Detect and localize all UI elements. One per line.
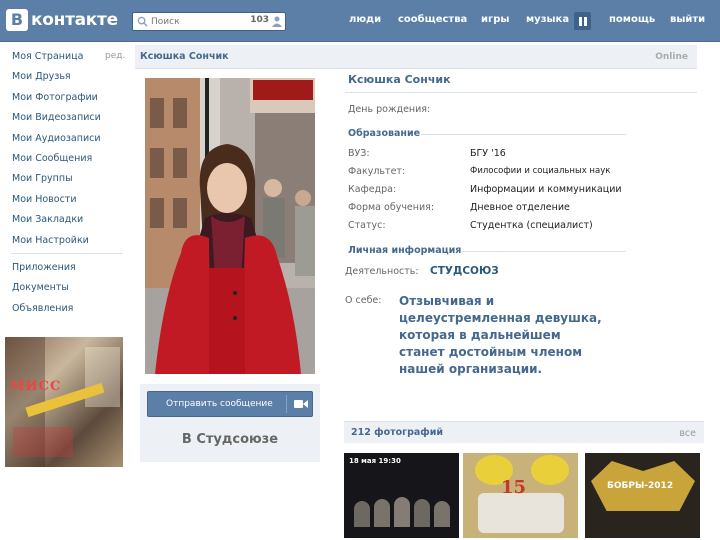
about-text: Отзывчивая и целеустремленная девушка, к… [399, 294, 602, 376]
birthday-label: День рождения: [348, 104, 431, 115]
edu-status-label: Статус: [348, 220, 386, 231]
video-call-icon[interactable] [294, 399, 308, 409]
top-bar: В контакте 103 люди сообщества игры музы… [0, 0, 720, 42]
sidebar-item-messages[interactable]: Мои Сообщения [12, 153, 92, 164]
photo-thumbnail-3[interactable]: БОБРЫ-2012 [585, 453, 700, 538]
about-label: О себе: [345, 295, 382, 306]
group-label: В Студсоюзе [181, 432, 279, 447]
search-icon [137, 16, 148, 27]
photos-count[interactable]: 212 фотографий [351, 427, 443, 438]
online-status: Online [655, 52, 688, 62]
edu-faculty-label: Факультет: [348, 166, 406, 177]
search-input[interactable] [151, 15, 241, 29]
personal-info-divider [462, 251, 626, 252]
edu-department-value[interactable]: Информации и коммуникации [470, 184, 622, 195]
sidebar-item-ads[interactable]: Объявления [12, 303, 73, 314]
button-divider [286, 395, 287, 413]
nav-people[interactable]: люди [349, 14, 381, 25]
user-icon[interactable] [272, 16, 282, 27]
personal-info-title: Личная информация [348, 245, 462, 256]
sidebar-item-bookmarks[interactable]: Мои Закладки [12, 214, 83, 225]
nav-games[interactable]: игры [481, 14, 509, 25]
edu-form-value[interactable]: Дневное отделение [470, 202, 570, 213]
nav-logout[interactable]: выйти [670, 14, 705, 25]
ad-title: МИСС [10, 379, 62, 394]
breadcrumb[interactable]: Ксюшка Сончик [140, 51, 229, 62]
activity-label: Деятельность: [345, 266, 419, 277]
thumb2-caption: 15 [501, 477, 527, 498]
profile-photo-image [145, 78, 315, 374]
photos-header: 212 фотографий все [344, 421, 704, 443]
photos-all-link[interactable]: все [679, 428, 696, 439]
sidebar-divider [11, 253, 123, 254]
profile-photo[interactable] [145, 78, 315, 374]
search-count: 103 [250, 15, 269, 25]
sidebar-item-videos[interactable]: Мои Видеозаписи [12, 112, 101, 123]
search-box[interactable]: 103 [132, 12, 286, 31]
sidebar-item-groups[interactable]: Мои Группы [12, 173, 73, 184]
pause-icon[interactable] [574, 12, 591, 30]
logo-text: контакте [31, 10, 118, 30]
nav-music[interactable]: музыка [526, 14, 569, 25]
profile-name: Ксюшка Сончик [348, 73, 451, 86]
edu-form-label: Форма обучения: [348, 202, 435, 213]
sidebar-item-friends[interactable]: Мои Друзья [12, 71, 71, 82]
edu-university-label: ВУЗ: [348, 148, 370, 159]
education-title: Образование [348, 128, 421, 139]
send-message-button[interactable]: Отправить сообщение [147, 391, 313, 417]
activity-link[interactable]: СТУДСОЮЗ [430, 265, 499, 277]
thumb3-caption: БОБРЫ-2012 [607, 481, 674, 491]
sidebar-edit-link[interactable]: ред. [105, 51, 125, 61]
nav-help[interactable]: помощь [609, 14, 655, 25]
sidebar-item-photos[interactable]: Мои Фотографии [12, 92, 98, 103]
sidebar-item-settings[interactable]: Мои Настройки [12, 235, 89, 246]
vk-logo[interactable]: В контакте [6, 9, 118, 31]
logo-letter: В [6, 9, 28, 31]
profile-header-bar: Ксюшка Сончик Online [135, 45, 697, 69]
edu-faculty-value[interactable]: Философии и социальных наук [470, 166, 610, 176]
sidebar-item-audio[interactable]: Мои Аудиозаписи [12, 133, 101, 144]
photo-thumbnail-2[interactable]: 15 [463, 453, 578, 538]
sidebar-item-apps[interactable]: Приложения [12, 262, 76, 273]
send-message-label: Отправить сообщение [166, 399, 273, 409]
name-divider [345, 92, 697, 93]
thumb1-caption: 18 мая 19:30 [349, 457, 401, 465]
sidebar-item-news[interactable]: Мои Новости [12, 194, 77, 205]
sidebar-item-my-page[interactable]: Моя Страница [12, 51, 83, 62]
sidebar-ad-image[interactable]: МИСС [5, 337, 123, 467]
edu-department-label: Кафедра: [348, 184, 397, 195]
edu-university-value[interactable]: БГУ '16 [470, 148, 506, 159]
photo-thumbnail-1[interactable]: 18 мая 19:30 [344, 453, 459, 538]
education-divider [421, 134, 626, 135]
edu-status-value[interactable]: Студентка (специалист) [470, 220, 593, 231]
sidebar-item-documents[interactable]: Документы [12, 282, 69, 293]
action-card: Отправить сообщение В Студсоюзе [140, 384, 320, 462]
nav-communities[interactable]: сообщества [398, 14, 467, 25]
